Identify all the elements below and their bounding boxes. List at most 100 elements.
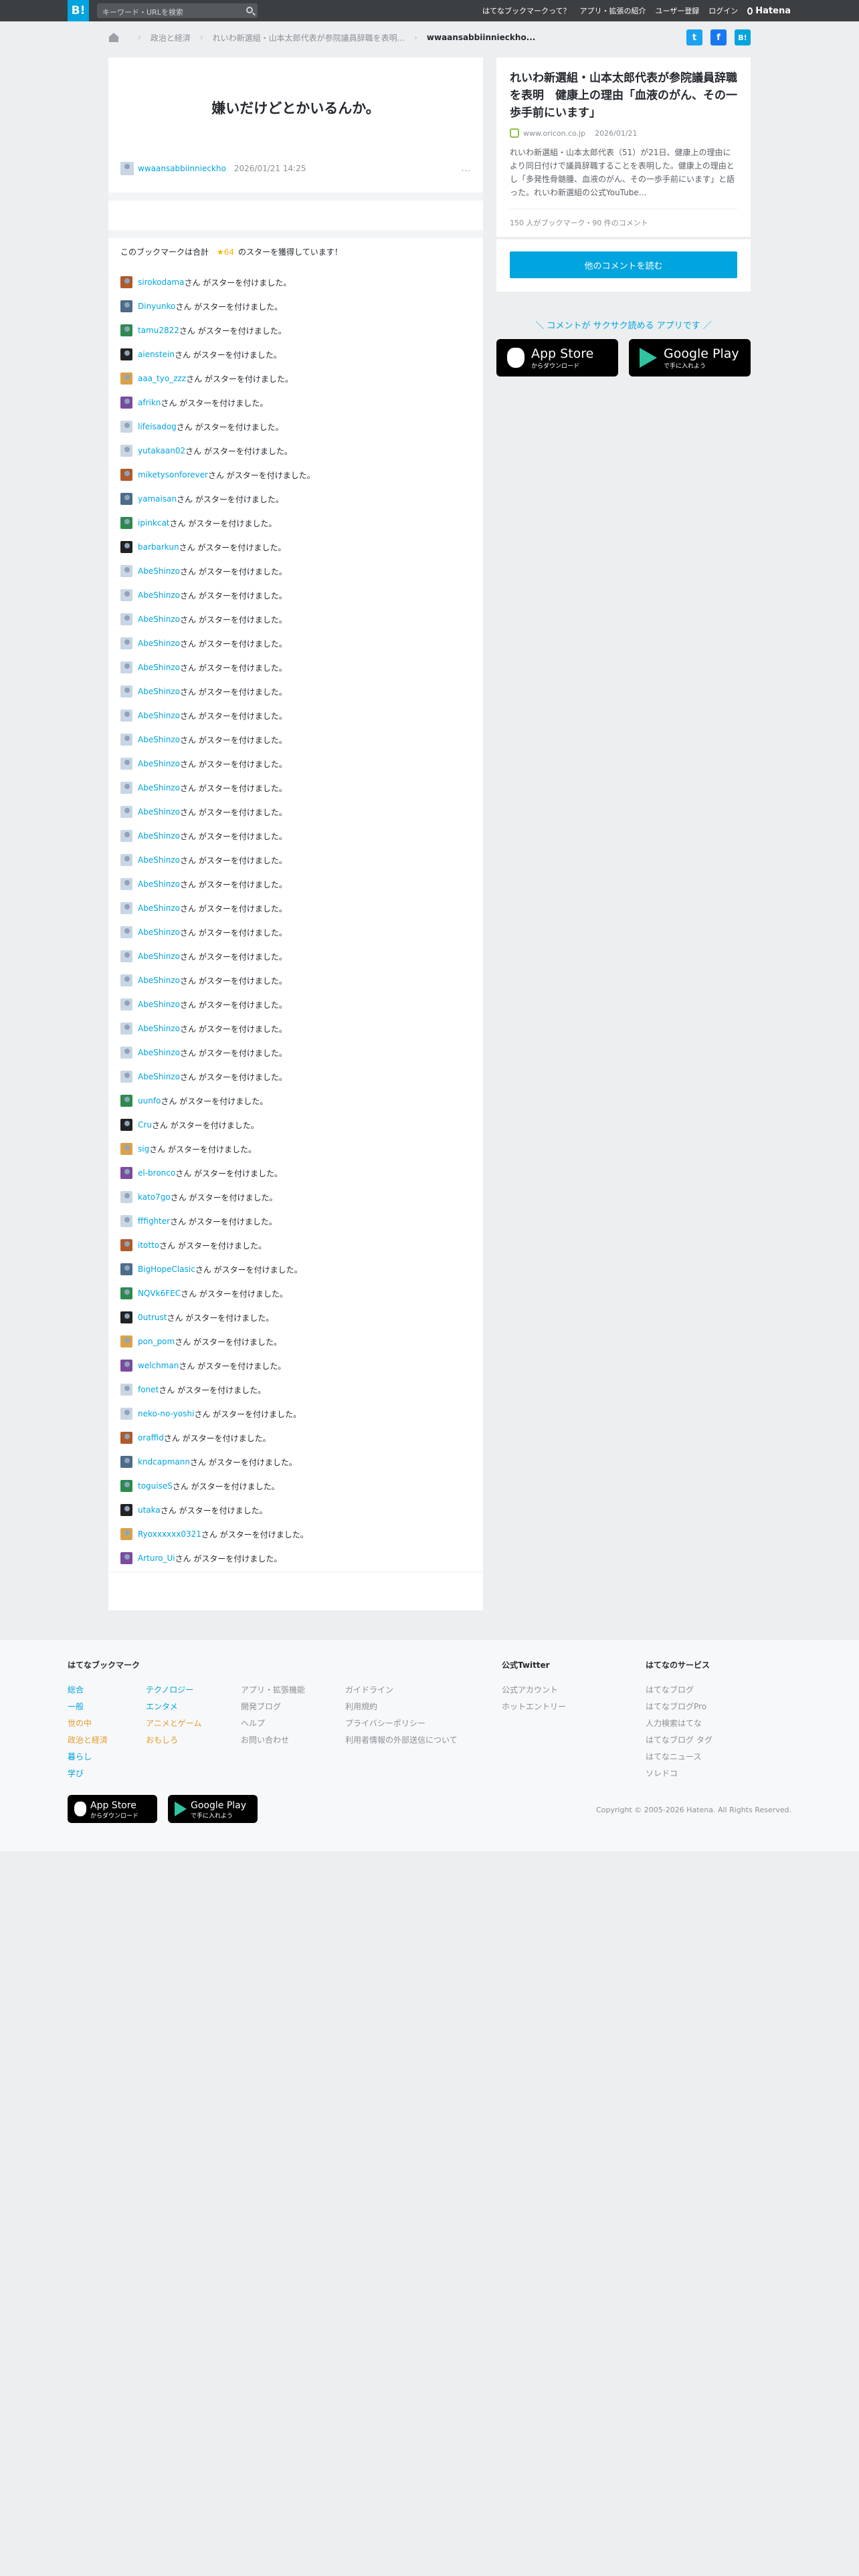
star-user-link[interactable]: AbeShinzo	[138, 1000, 180, 1009]
avatar[interactable]	[120, 276, 132, 288]
star-user-link[interactable]: Cru	[138, 1120, 152, 1130]
avatar[interactable]	[120, 372, 132, 385]
footer-link[interactable]: おもしろ	[146, 1732, 201, 1749]
star-user-link[interactable]: AbeShinzo	[138, 831, 180, 841]
footer-link[interactable]: ホットエントリー	[502, 1699, 566, 1715]
avatar[interactable]	[120, 162, 134, 175]
more-menu-icon[interactable]: ...	[462, 164, 471, 173]
avatar[interactable]	[120, 758, 132, 770]
avatar[interactable]	[120, 1023, 132, 1035]
avatar[interactable]	[120, 469, 132, 481]
star-user-link[interactable]: sirokodama	[138, 278, 184, 287]
avatar[interactable]	[120, 1143, 132, 1155]
avatar[interactable]	[120, 1215, 132, 1227]
avatar[interactable]	[120, 397, 132, 409]
avatar[interactable]	[120, 782, 132, 794]
footer-link[interactable]: ガイドライン	[345, 1682, 458, 1699]
star-user-link[interactable]: tamu2822	[138, 326, 179, 335]
avatar[interactable]	[120, 1167, 132, 1179]
footer-link[interactable]: ヘルプ	[241, 1715, 305, 1732]
star-user-link[interactable]: AbeShinzo	[138, 615, 180, 624]
star-user-link[interactable]: el-bronco	[138, 1168, 175, 1178]
search-icon[interactable]	[246, 7, 253, 13]
entry-domain[interactable]: www.oricon.co.jp	[523, 129, 585, 138]
avatar[interactable]	[120, 541, 132, 553]
search-input[interactable]: キーワード・URLを検索	[97, 3, 258, 18]
avatar[interactable]	[120, 348, 132, 360]
star-user-link[interactable]: oraffid	[138, 1433, 164, 1442]
star-user-link[interactable]: AbeShinzo	[138, 807, 180, 817]
star-user-link[interactable]: utaka	[138, 1505, 161, 1515]
avatar[interactable]	[120, 589, 132, 601]
star-user-link[interactable]: AbeShinzo	[138, 855, 180, 865]
footer-link[interactable]: お問い合わせ	[241, 1732, 305, 1749]
facebook-icon[interactable]: f	[710, 29, 727, 45]
star-user-link[interactable]: NQVk6FEC	[138, 1289, 181, 1298]
bookmark-user[interactable]: wwaansabbiinnieckho	[138, 164, 226, 173]
read-comments-button[interactable]: 他のコメントを読む	[510, 251, 737, 278]
star-user-link[interactable]: BigHopeClasic	[138, 1265, 195, 1274]
footer-link[interactable]: 暮らし	[68, 1749, 140, 1765]
footer-link[interactable]: はてなブログ	[646, 1682, 712, 1699]
footer-link[interactable]: 学び	[68, 1765, 140, 1782]
avatar[interactable]	[120, 637, 132, 649]
avatar[interactable]	[120, 902, 132, 914]
avatar[interactable]	[120, 1311, 132, 1323]
star-user-link[interactable]: AbeShinzo	[138, 591, 180, 600]
star-user-link[interactable]: AbeShinzo	[138, 566, 180, 576]
star-user-link[interactable]: welchman	[138, 1361, 179, 1370]
star-user-link[interactable]: AbeShinzo	[138, 711, 180, 720]
google-play-button[interactable]: Google Play で手に入れよう	[629, 339, 751, 377]
star-user-link[interactable]: pon_pom	[138, 1337, 175, 1346]
avatar[interactable]	[120, 974, 132, 986]
avatar[interactable]	[120, 1239, 132, 1251]
star-user-link[interactable]: AbeShinzo	[138, 928, 180, 937]
star-user-link[interactable]: sig	[138, 1144, 149, 1154]
avatar[interactable]	[120, 685, 132, 697]
avatar[interactable]	[120, 1047, 132, 1059]
star-user-link[interactable]: AbeShinzo	[138, 759, 180, 768]
breadcrumb-entry[interactable]: れいわ新選組・山本太郎代表が参院議員辞職を表明...	[213, 32, 405, 43]
avatar[interactable]	[120, 1480, 132, 1492]
star-user-link[interactable]: AbeShinzo	[138, 687, 180, 696]
nav-register[interactable]: ユーザー登録	[656, 5, 700, 16]
footer-link[interactable]: 利用規約	[345, 1699, 458, 1715]
star-user-link[interactable]: ipinkcat	[138, 518, 170, 528]
star-user-link[interactable]: AbeShinzo	[138, 1024, 180, 1033]
star-user-link[interactable]: lifeisadog	[138, 422, 177, 431]
entry-card[interactable]: れいわ新選組・山本太郎代表が参院議員辞職を表明 健康上の理由「血液のがん、その一…	[496, 58, 751, 237]
star-user-link[interactable]: AbeShinzo	[138, 976, 180, 985]
footer-link[interactable]: 世の中	[68, 1715, 140, 1732]
avatar[interactable]	[120, 950, 132, 962]
avatar[interactable]	[120, 1263, 132, 1275]
google-play-button[interactable]: Google Play で手に入れよう	[168, 1795, 258, 1823]
avatar[interactable]	[120, 1095, 132, 1107]
avatar[interactable]	[120, 445, 132, 457]
footer-link[interactable]: 人力検索はてな	[646, 1715, 712, 1732]
avatar[interactable]	[120, 878, 132, 890]
avatar[interactable]	[120, 830, 132, 842]
avatar[interactable]	[120, 1552, 132, 1564]
avatar[interactable]	[120, 493, 132, 505]
star-user-link[interactable]: AbeShinzo	[138, 1048, 180, 1057]
footer-link[interactable]: エンタメ	[146, 1699, 201, 1715]
star-user-link[interactable]: afrikn	[138, 398, 161, 407]
avatar[interactable]	[120, 926, 132, 938]
avatar[interactable]	[120, 1432, 132, 1444]
hatebu-share-icon[interactable]: B!	[735, 29, 751, 45]
avatar[interactable]	[120, 565, 132, 577]
star-user-link[interactable]: Ryoxxxxxx0321	[138, 1529, 201, 1539]
twitter-icon[interactable]: t	[686, 29, 702, 45]
nav-login[interactable]: ログイン	[708, 5, 738, 16]
footer-link[interactable]: アプリ・拡張機能	[241, 1682, 305, 1699]
avatar[interactable]	[120, 1504, 132, 1516]
avatar[interactable]	[120, 1335, 132, 1348]
star-user-link[interactable]: aaa_tyo_zzz	[138, 374, 186, 383]
avatar[interactable]	[120, 1071, 132, 1083]
avatar[interactable]	[120, 661, 132, 673]
footer-link[interactable]: はてなブログPro	[646, 1699, 712, 1715]
footer-link[interactable]: ソレドコ	[646, 1765, 712, 1782]
avatar[interactable]	[120, 710, 132, 722]
star-user-link[interactable]: Dinyunko	[138, 302, 175, 311]
home-icon[interactable]	[108, 33, 119, 42]
